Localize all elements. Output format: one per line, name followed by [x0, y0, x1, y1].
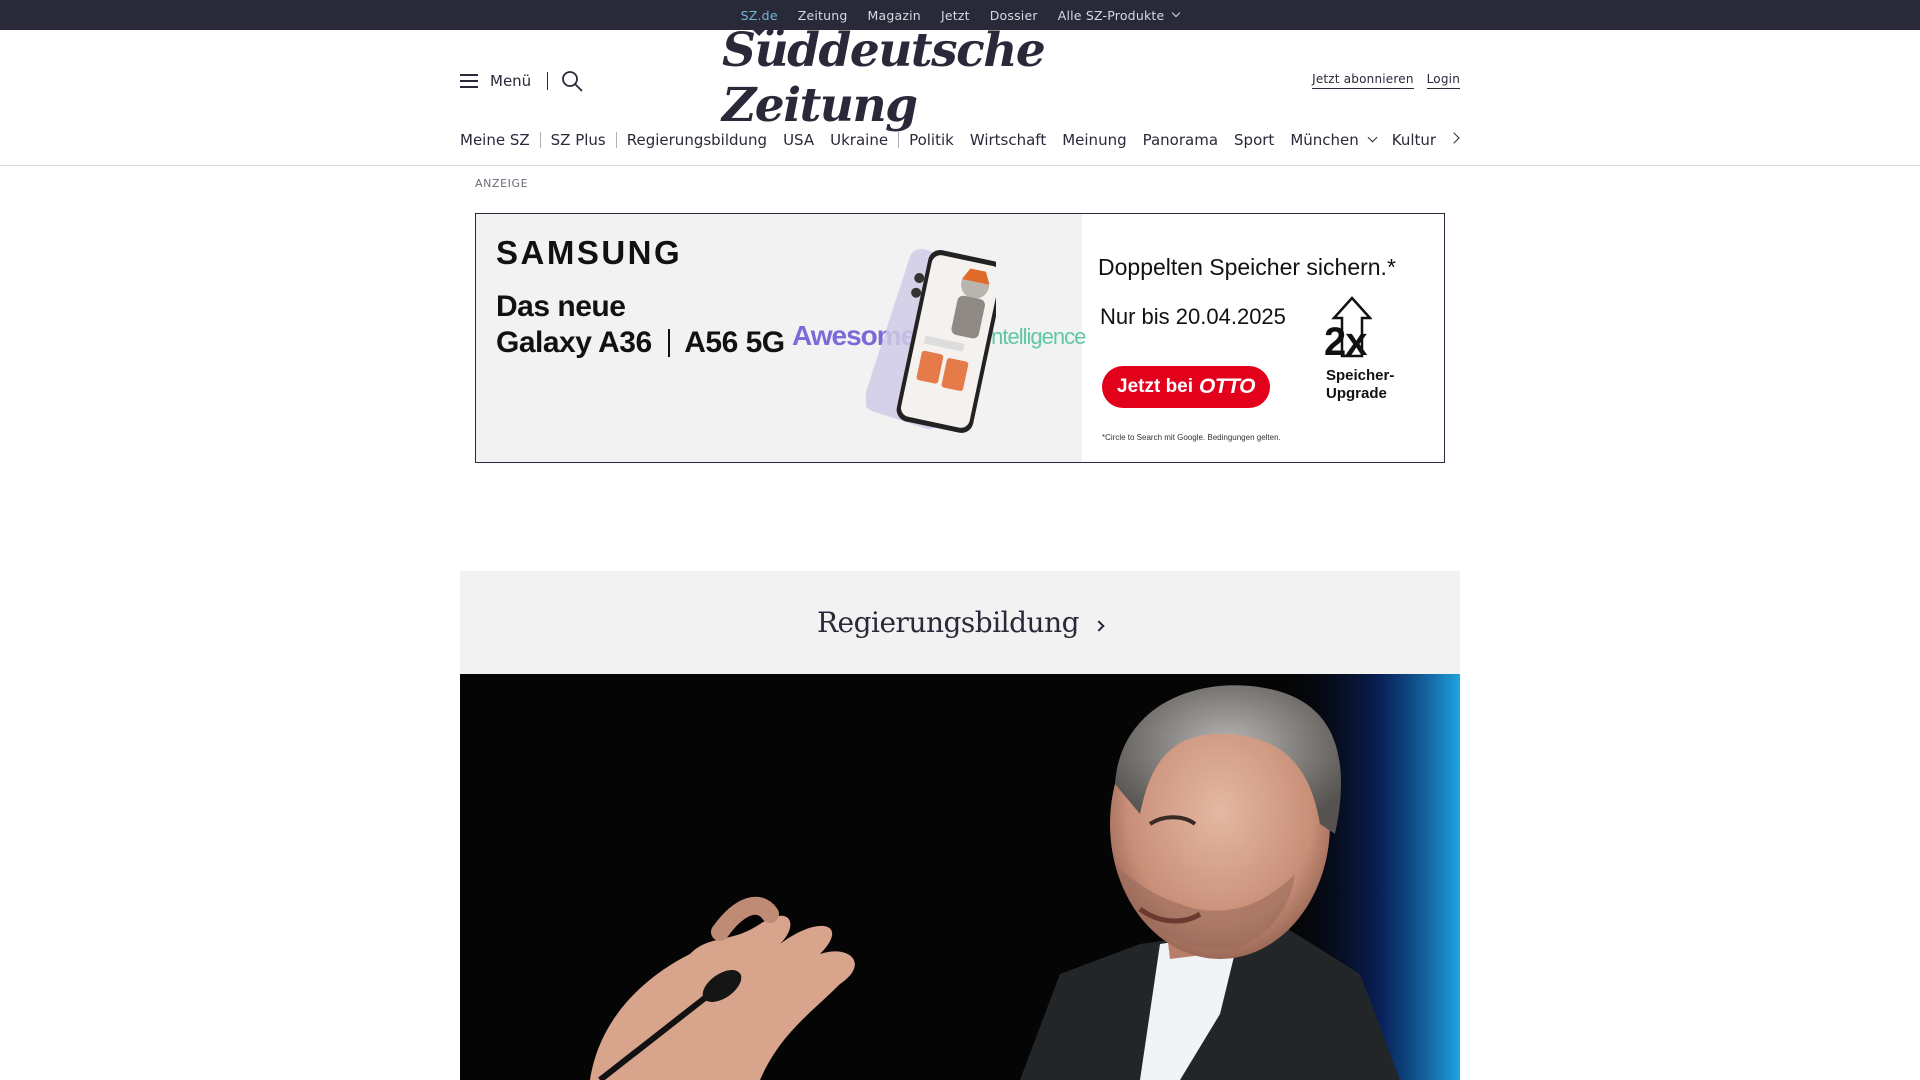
- ad-brand-logo: SAMSUNG: [496, 234, 683, 271]
- nav-item-muenchen-label: München: [1290, 131, 1359, 149]
- ad-cta-brand: OTTO: [1199, 375, 1255, 398]
- phone-image: [866, 248, 996, 433]
- ad-upgrade-line-1: Speicher-: [1326, 367, 1395, 384]
- nav-item-wirtschaft[interactable]: Wirtschaft: [970, 131, 1046, 149]
- ad-headline-line-1: Das neue: [496, 290, 626, 323]
- nav-item-meine-sz[interactable]: Meine SZ: [460, 131, 530, 149]
- category-nav: Meine SZ SZ Plus Regierungsbildung USA U…: [460, 130, 1460, 150]
- section-header-regierungsbildung[interactable]: Regierungsbildung: [460, 571, 1460, 674]
- login-link[interactable]: Login: [1426, 72, 1460, 89]
- hamburger-icon: [460, 74, 478, 88]
- all-products-label: Alle SZ-Produkte: [1057, 7, 1165, 23]
- ad-offer-date: Nur bis 20.04.2025: [1100, 304, 1286, 329]
- nav-divider: [898, 132, 900, 148]
- ad-fineprint: *Circle to Search mit Google. Bedingunge…: [1102, 433, 1281, 442]
- header-actions: Jetzt abonnieren Login: [1312, 72, 1460, 89]
- ad-offer-title: Doppelten Speicher sichern.*: [1098, 254, 1396, 280]
- menu-label: Menü: [490, 72, 532, 90]
- ad-banner[interactable]: SAMSUNG Das neue Galaxy A36 A56 5G Aweso…: [475, 213, 1445, 463]
- menu-divider: [547, 72, 548, 90]
- ad-multiplier: 2x: [1324, 320, 1367, 364]
- nav-item-politik[interactable]: Politik: [909, 131, 954, 149]
- nav-item-sport[interactable]: Sport: [1234, 131, 1274, 149]
- nav-item-meinung[interactable]: Meinung: [1062, 131, 1126, 149]
- section-title: Regierungsbildung: [816, 606, 1080, 639]
- nav-item-ukraine[interactable]: Ukraine: [830, 131, 888, 149]
- subscribe-link[interactable]: Jetzt abonnieren: [1312, 72, 1414, 89]
- ad-upgrade-line-2: Upgrade: [1326, 385, 1387, 402]
- search-icon[interactable]: [561, 70, 583, 92]
- ad-headline: Das neue Galaxy A36 A56 5G: [496, 289, 785, 361]
- chevron-right-icon: [1093, 619, 1105, 632]
- ad-model-a56: A56 5G: [684, 326, 785, 359]
- menu-button[interactable]: Menü: [460, 72, 531, 90]
- nav-item-panorama[interactable]: Panorama: [1143, 131, 1218, 149]
- header-divider: [0, 165, 1920, 166]
- site-logo[interactable]: Süddeutsche Zeitung: [722, 23, 1198, 133]
- nav-item-sz-plus[interactable]: SZ Plus: [551, 131, 606, 149]
- ad-intelligence-text: Intelligence: [986, 324, 1086, 349]
- ad-cta-label: Jetzt bei: [1117, 376, 1194, 397]
- ad-headline-line-2: Galaxy A36 A56 5G: [496, 325, 785, 361]
- nav-item-muenchen[interactable]: München: [1290, 131, 1378, 149]
- ad-model-a36: Galaxy A36: [496, 326, 652, 359]
- ad-label: ANZEIGE: [475, 177, 529, 190]
- nav-item-regierungsbildung[interactable]: Regierungsbildung: [627, 131, 767, 149]
- nav-item-usa[interactable]: USA: [783, 131, 814, 149]
- ad-cta-button[interactable]: Jetzt bei OTTO: [1102, 366, 1270, 408]
- nav-item-kultur[interactable]: Kultur: [1392, 131, 1436, 149]
- chevron-down-icon: [1172, 8, 1181, 18]
- hero-image[interactable]: [460, 674, 1460, 1080]
- nav-divider: [539, 132, 541, 148]
- chevron-down-icon: [1367, 132, 1378, 143]
- site-header: Menü Süddeutsche Zeitung Jetzt abonniere…: [460, 23, 1460, 135]
- nav-divider: [615, 132, 617, 148]
- ad-upgrade-text: Speicher- Upgrade: [1326, 367, 1394, 403]
